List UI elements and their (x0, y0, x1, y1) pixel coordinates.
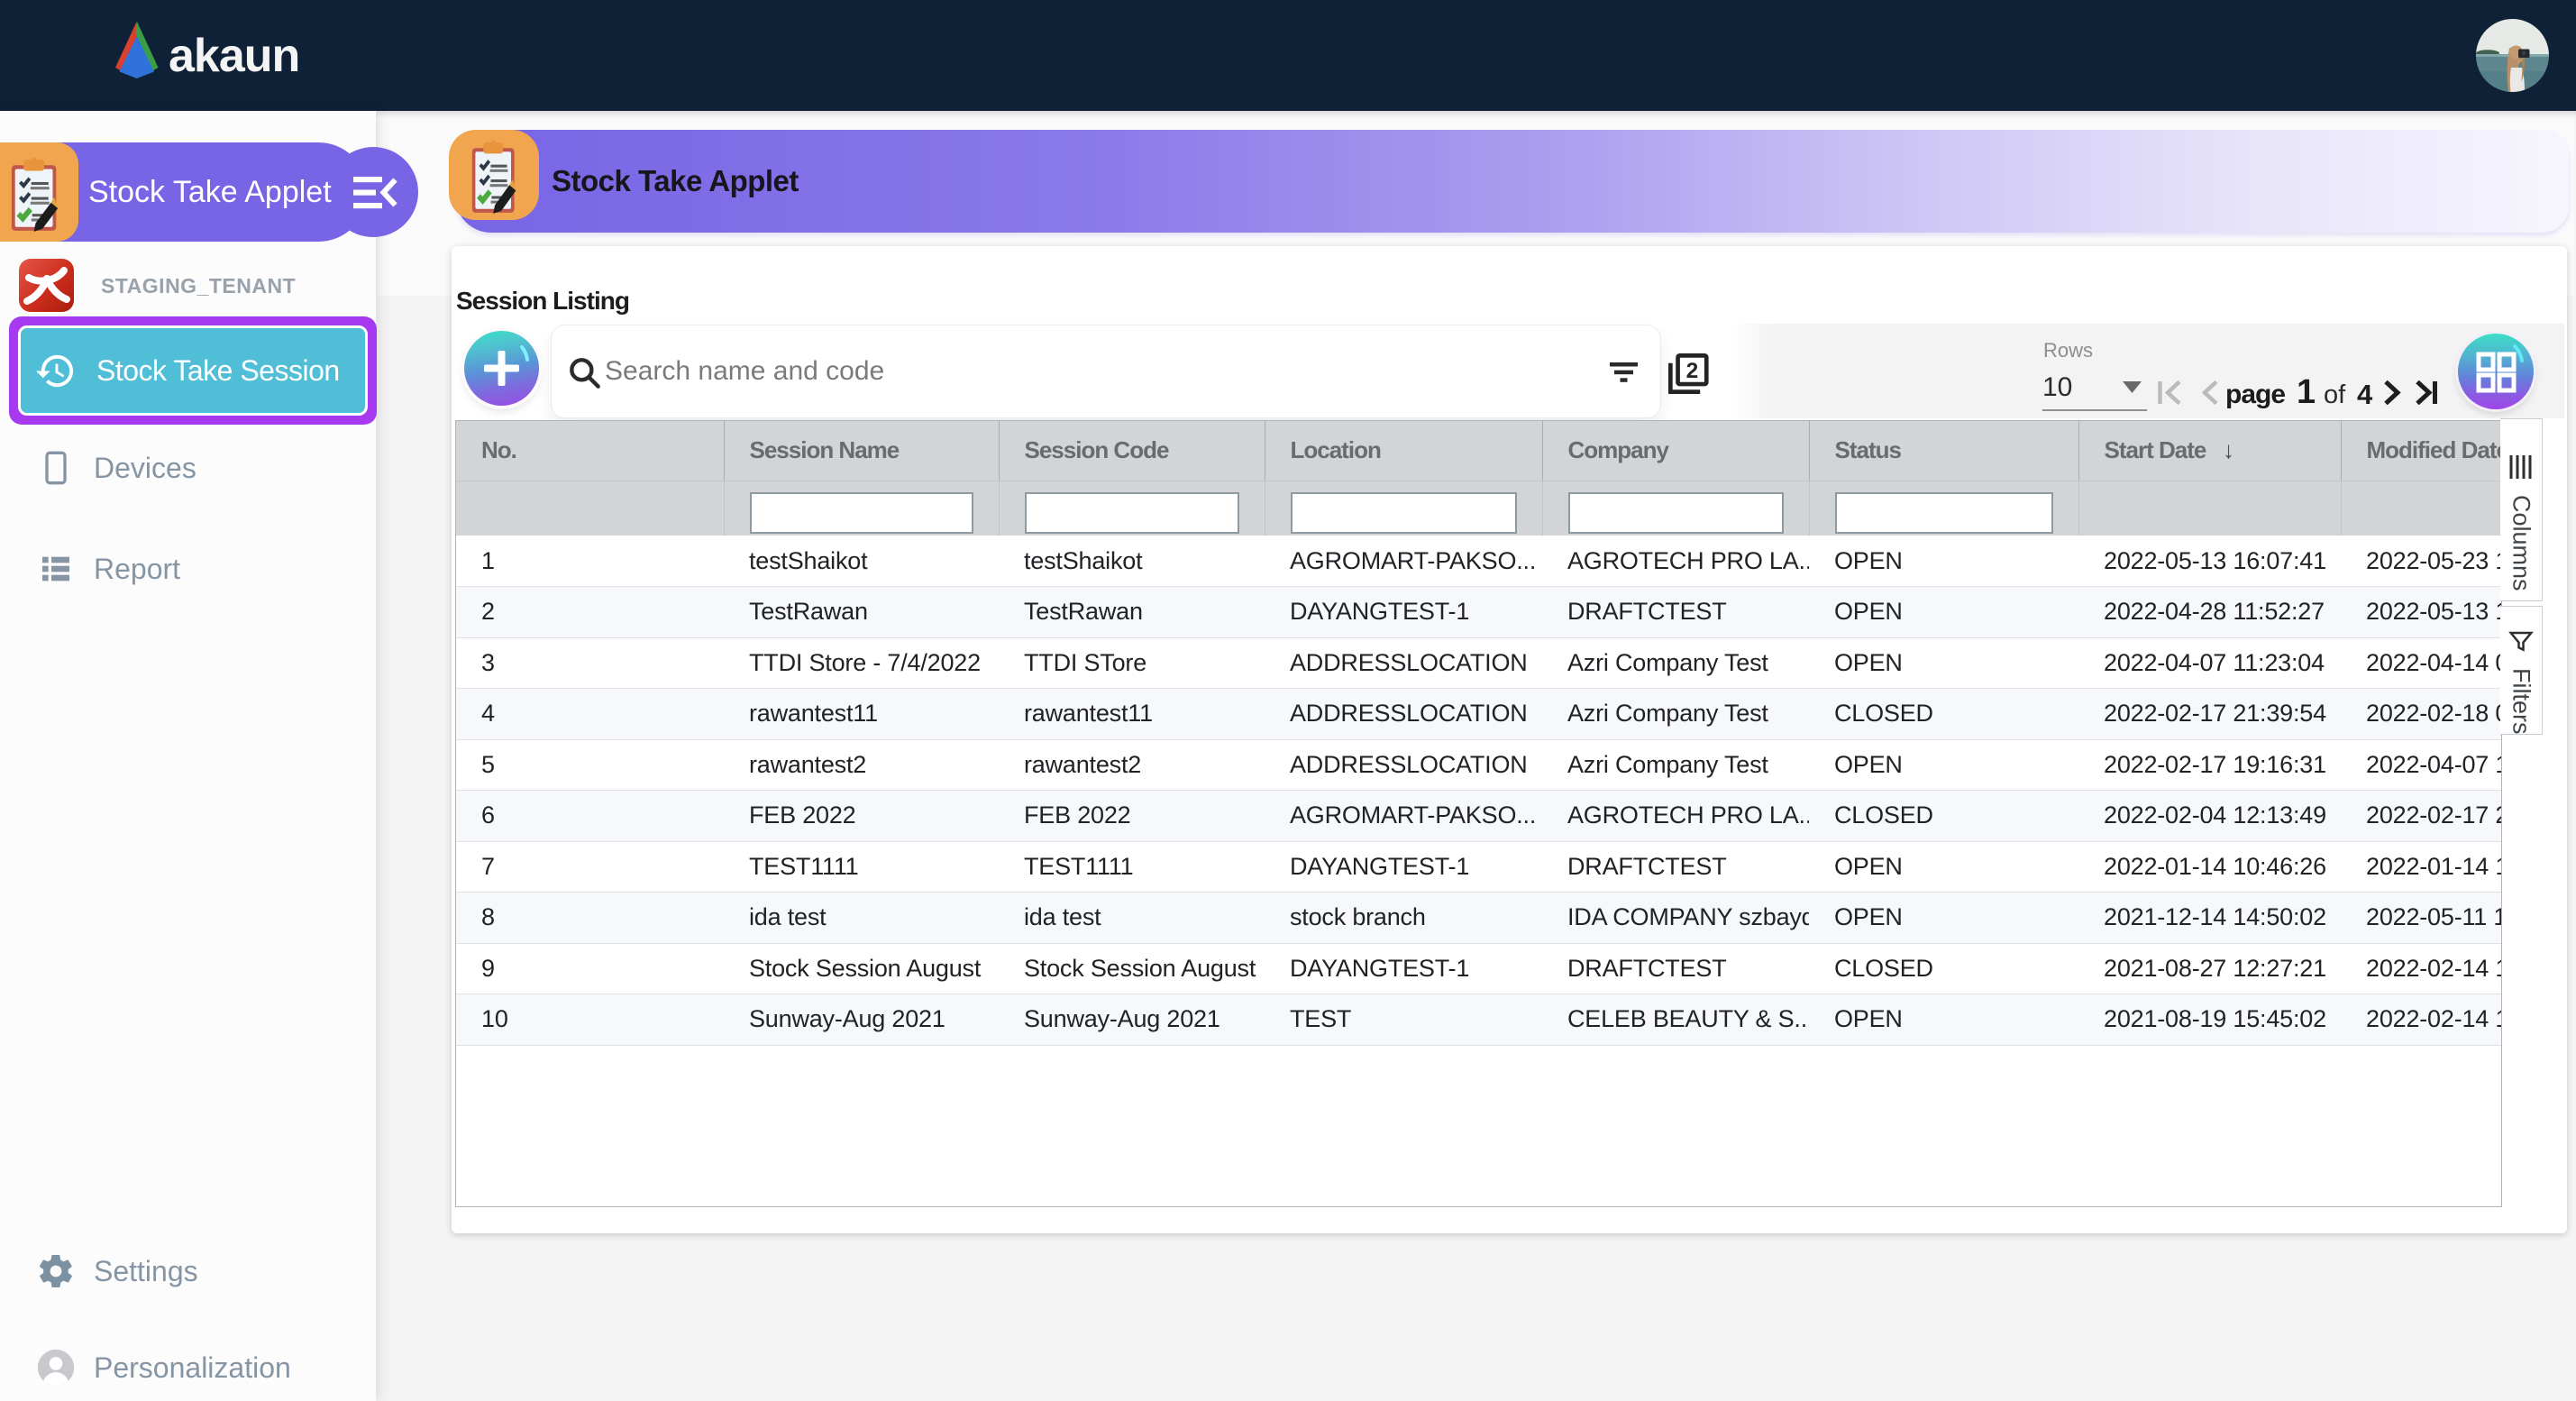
svg-text:2: 2 (1686, 359, 1699, 383)
